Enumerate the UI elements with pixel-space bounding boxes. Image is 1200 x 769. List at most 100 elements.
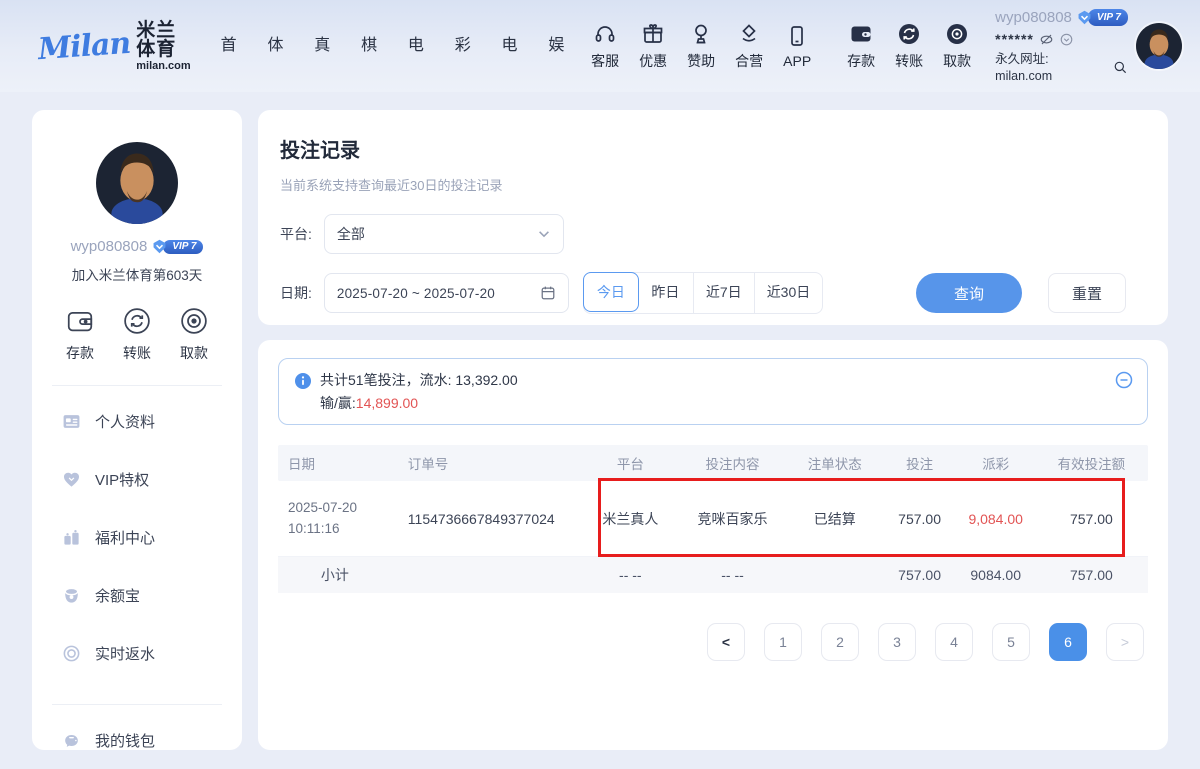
sidebar-item-yuebao-label: 余额宝	[95, 585, 140, 606]
phone-icon	[785, 24, 809, 48]
subtotal-content: -- --	[678, 567, 787, 583]
sidebar-item-yuebao[interactable]: 余额宝	[54, 566, 220, 624]
nav-item-sports[interactable]: 体育	[253, 0, 300, 92]
search-button[interactable]: 查询	[916, 273, 1022, 313]
col-header-order: 订单号	[400, 453, 583, 473]
page-subtitle: 当前系统支持查询最近30日的投注记录	[280, 175, 1146, 194]
col-header-status: 注单状态	[787, 453, 883, 473]
vip-level-text: VIP 7	[1088, 9, 1128, 26]
sidebar-avatar[interactable]	[96, 142, 178, 224]
table-header-row: 日期 订单号 平台 投注内容 注单状态 投注 派彩 有效投注额	[278, 445, 1148, 481]
vip-badge[interactable]: VIP 7	[1076, 9, 1128, 26]
site-logo[interactable]: Milan 米兰体育 milan.com	[38, 21, 191, 72]
search-icon[interactable]	[1113, 60, 1128, 75]
header-quick-actions: 客服 优惠 赞助 合营 APP	[581, 22, 981, 71]
pagination-page-3[interactable]: 3	[878, 623, 916, 661]
date-range-input[interactable]: 2025-07-20 ~ 2025-07-20	[324, 273, 569, 313]
col-header-valid: 有效投注额	[1035, 453, 1148, 473]
range-7days-button[interactable]: 近7日	[694, 273, 755, 313]
nav-item-esports[interactable]: 电竞	[394, 0, 441, 92]
sidebar-item-vip[interactable]: VIP特权	[54, 450, 220, 508]
cell-content: 竞咪百家乐	[678, 509, 787, 529]
withdraw-icon	[945, 22, 969, 46]
nav-item-cards[interactable]: 棋牌	[347, 0, 394, 92]
pagination-page-1[interactable]: 1	[764, 623, 802, 661]
logo-domain-text: milan.com	[136, 61, 190, 72]
money-pot-icon	[62, 586, 81, 605]
sponsor-button[interactable]: 赞助	[680, 22, 722, 71]
wallet-outline-icon	[65, 306, 95, 336]
gift-icon	[641, 22, 665, 46]
sidebar-avatar-image	[96, 142, 178, 224]
nav-item-entertainment[interactable]: 娱乐	[534, 0, 581, 92]
vip-heart-icon	[62, 470, 81, 489]
sidebar-transfer-label: 转账	[123, 343, 151, 363]
summary-line1: 共计51笔投注，流水: 13,392.00	[320, 370, 518, 391]
sidebar-deposit-button[interactable]: 存款	[58, 306, 102, 363]
quick-range-group: 今日 昨日 近7日 近30日	[583, 272, 823, 314]
transfer-button[interactable]: 转账	[888, 22, 930, 71]
sidebar-username: wyp080808	[71, 238, 148, 255]
vip-gem-icon	[1076, 9, 1093, 26]
winloss-value: 14,899.00	[356, 393, 418, 414]
nav-item-lottery[interactable]: 彩票	[441, 0, 488, 92]
sidebar-vip-level: VIP 7	[163, 240, 203, 254]
pagination-page-6[interactable]: 6	[1049, 623, 1087, 661]
partner-button[interactable]: 合营	[728, 22, 770, 71]
service-button[interactable]: 客服	[584, 22, 626, 71]
sidebar-item-welfare[interactable]: 福利中心	[54, 508, 220, 566]
sidebar-withdraw-label: 取款	[180, 343, 208, 363]
bet-records-table: 日期 订单号 平台 投注内容 注单状态 投注 派彩 有效投注额 2025-07-…	[278, 445, 1148, 593]
sidebar-item-profile[interactable]: 个人资料	[54, 392, 220, 450]
pagination-next-button[interactable]: >	[1106, 623, 1144, 661]
logo-cn-text: 米兰体育	[136, 21, 190, 59]
sidebar-item-wallet[interactable]: 我的钱包	[54, 711, 220, 769]
range-30days-button[interactable]: 近30日	[755, 273, 823, 313]
sidebar-vip-badge[interactable]: VIP 7	[151, 238, 203, 255]
sidebar-item-rebate[interactable]: 实时返水	[54, 624, 220, 682]
nav-item-live[interactable]: 真人	[300, 0, 347, 92]
sidebar-item-vip-label: VIP特权	[95, 469, 149, 490]
range-yesterday-button[interactable]: 昨日	[638, 273, 694, 313]
promo-label: 优惠	[639, 51, 667, 71]
avatar[interactable]	[1136, 23, 1182, 69]
cell-bet: 757.00	[883, 511, 957, 527]
summary-banner: 共计51笔投注，流水: 13,392.00 输/赢: 14,899.00	[278, 358, 1148, 425]
trophy-icon	[689, 22, 713, 46]
permanent-url-text: 永久网址: milan.com	[995, 51, 1108, 85]
col-header-platform: 平台	[582, 453, 678, 473]
piggy-bank-icon	[62, 731, 81, 750]
col-header-payout: 派彩	[957, 453, 1035, 473]
refresh-balance-icon[interactable]	[1059, 32, 1074, 47]
sidebar-item-wallet-label: 我的钱包	[95, 730, 155, 751]
sidebar-divider	[52, 704, 222, 705]
app-button[interactable]: APP	[776, 24, 818, 69]
pagination-page-5[interactable]: 5	[992, 623, 1030, 661]
withdraw-button[interactable]: 取款	[936, 22, 978, 71]
platform-select[interactable]: 全部	[324, 214, 564, 254]
collapse-icon[interactable]	[1115, 371, 1133, 389]
sidebar-transfer-button[interactable]: 转账	[115, 306, 159, 363]
range-today-button[interactable]: 今日	[583, 272, 639, 312]
sidebar-withdraw-button[interactable]: 取款	[172, 306, 216, 363]
pagination-page-2[interactable]: 2	[821, 623, 859, 661]
pagination-page-4[interactable]: 4	[935, 623, 973, 661]
promo-button[interactable]: 优惠	[632, 22, 674, 71]
calendar-icon	[540, 285, 556, 301]
sidebar-deposit-label: 存款	[66, 343, 94, 363]
logo-text-block: 米兰体育 milan.com	[136, 21, 190, 72]
welfare-icon	[62, 528, 81, 547]
username-text: wyp080808	[995, 8, 1072, 28]
info-icon	[295, 373, 311, 389]
nav-item-slots[interactable]: 电子	[488, 0, 535, 92]
rebate-icon	[62, 644, 81, 663]
nav-item-home[interactable]: 首页	[207, 0, 254, 92]
subtotal-payout: 9084.00	[957, 567, 1035, 583]
pagination-prev-button[interactable]: <	[707, 623, 745, 661]
transfer-label: 转账	[895, 51, 923, 71]
eye-off-icon[interactable]	[1039, 32, 1054, 47]
cell-datetime: 2025-07-20 10:11:16	[278, 498, 400, 539]
deposit-button[interactable]: 存款	[840, 22, 882, 71]
sidebar-item-welfare-label: 福利中心	[95, 527, 155, 548]
reset-button[interactable]: 重置	[1048, 273, 1126, 313]
